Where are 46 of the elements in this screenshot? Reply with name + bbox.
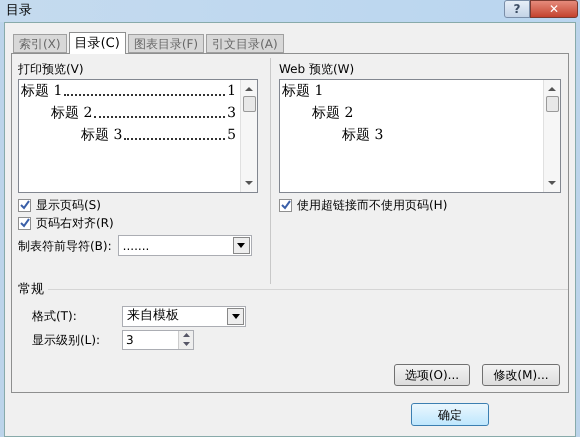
tab[interactable]: 索引(X) <box>13 34 67 53</box>
checkbox-label: 页码右对齐(R) <box>36 215 114 232</box>
tab[interactable]: 图表目录(F) <box>128 34 204 53</box>
dropdown-arrow-icon <box>237 243 246 248</box>
tab[interactable]: 目录(C) <box>68 32 126 54</box>
checkbox[interactable] <box>18 216 31 230</box>
section-label: Web 预览(W) <box>279 61 356 78</box>
page-number: 1 <box>227 82 236 101</box>
preview-heading: 标题 2 <box>51 104 92 123</box>
checkbox-label: 使用超链接而不使用页码(H) <box>297 197 448 214</box>
page-number: 3 <box>227 104 236 123</box>
checkbox[interactable] <box>18 198 31 212</box>
section-label: 打印预览(V) <box>18 61 85 78</box>
leader-dropdown[interactable]: ....... <box>118 235 252 256</box>
scrollbar[interactable] <box>240 80 257 192</box>
spin-up-icon[interactable] <box>182 333 190 337</box>
scroll-thumb[interactable] <box>546 96 558 112</box>
format-dropdown[interactable]: 来自模板 <box>122 306 246 326</box>
level-spinner[interactable]: 3 <box>122 330 194 350</box>
ok-button[interactable]: 确定 <box>411 403 489 426</box>
field-label: 格式(T): <box>32 308 78 325</box>
tab[interactable]: 引文目录(A) <box>206 34 284 53</box>
scroll-up-icon[interactable] <box>245 86 253 92</box>
scroll-thumb[interactable] <box>242 96 256 112</box>
help-button[interactable]: ? <box>504 0 530 18</box>
scroll-up-icon[interactable] <box>548 86 556 92</box>
scrollbar[interactable] <box>543 80 560 192</box>
preview-heading: 标题 1 <box>282 82 324 101</box>
group-title: 常规 <box>18 281 44 299</box>
scroll-down-icon[interactable] <box>548 180 556 186</box>
preview-heading: 标题 3 <box>342 126 384 145</box>
field-label: 显示级别(L): <box>32 332 102 348</box>
checkbox-label: 显示页码(S) <box>36 197 101 214</box>
preview-heading: 标题 3 <box>81 126 122 145</box>
preview-heading: 标题 2 <box>312 104 354 123</box>
options-button[interactable]: 选项(O)... <box>394 364 470 386</box>
dropdown-arrow-icon <box>232 314 240 318</box>
spin-down-icon[interactable] <box>182 342 190 346</box>
page-number: 5 <box>227 126 236 145</box>
scroll-down-icon[interactable] <box>245 180 253 186</box>
field-label: 制表符前导符(B): <box>18 238 112 254</box>
close-button[interactable]: ✕ <box>530 0 578 18</box>
preview-heading: 标题 1 <box>21 82 62 101</box>
modify-button[interactable]: 修改(M)... <box>482 364 560 386</box>
checkbox[interactable] <box>279 198 292 212</box>
window-title: 目录 <box>6 2 33 20</box>
